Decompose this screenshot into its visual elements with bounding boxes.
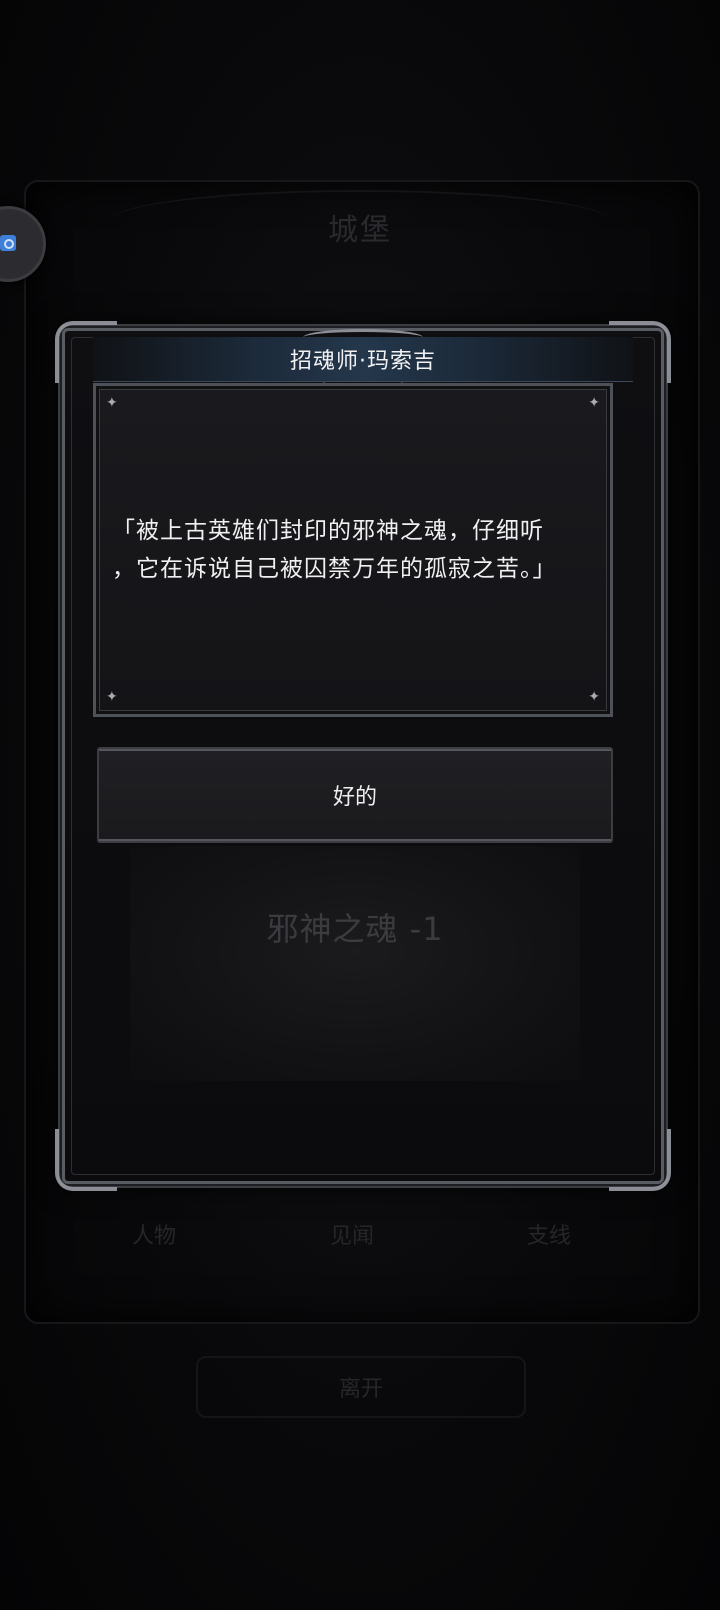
item-change-area: 邪神之魂 -1: [130, 846, 580, 1081]
background-leave-button: 离开: [196, 1356, 526, 1418]
sparkle-icon: ✦: [588, 689, 600, 705]
dialog-title-bar: 招魂师·玛索吉: [93, 329, 633, 389]
sparkle-icon: ✦: [106, 689, 118, 705]
background-tab-events: 见闻: [330, 1224, 375, 1249]
leave-label: 离开: [338, 1377, 383, 1402]
dialog-text: 「被上古英雄们封印的邪神之魂，仔细听 ，它在诉说自己被囚禁万年的孤寂之苦。」: [112, 518, 557, 582]
title-crest-ornament: [303, 329, 423, 346]
frame-corner-ornament: [55, 1129, 117, 1191]
frame-corner-ornament: [609, 1129, 671, 1191]
dialog-text-box: ✦ ✦ ✦ ✦ 「被上古英雄们封印的邪神之魂，仔细听 ，它在诉说自己被囚禁万年的…: [93, 383, 613, 717]
floating-assistant-icon: [0, 235, 16, 251]
npc-name: 招魂师·玛索吉: [290, 349, 436, 374]
background-tab-sidequests: 支线: [527, 1224, 572, 1249]
game-screen: 城堡 人物 见闻 支线 离开 招魂师·玛索吉 ✦ ✦ ✦ ✦ 「被上古英雄们封印…: [0, 0, 720, 1610]
background-tab-characters: 人物: [132, 1224, 177, 1249]
item-change-label: 邪神之魂 -1: [266, 910, 444, 948]
ok-option-label: 好的: [332, 785, 377, 810]
sparkle-icon: ✦: [106, 395, 118, 411]
npc-dialog: 招魂师·玛索吉 ✦ ✦ ✦ ✦ 「被上古英雄们封印的邪神之魂，仔细听 ，它在诉说…: [55, 321, 671, 1191]
background-title: 城堡: [328, 213, 392, 248]
sparkle-icon: ✦: [588, 395, 600, 411]
ok-option-button[interactable]: 好的: [97, 747, 613, 843]
